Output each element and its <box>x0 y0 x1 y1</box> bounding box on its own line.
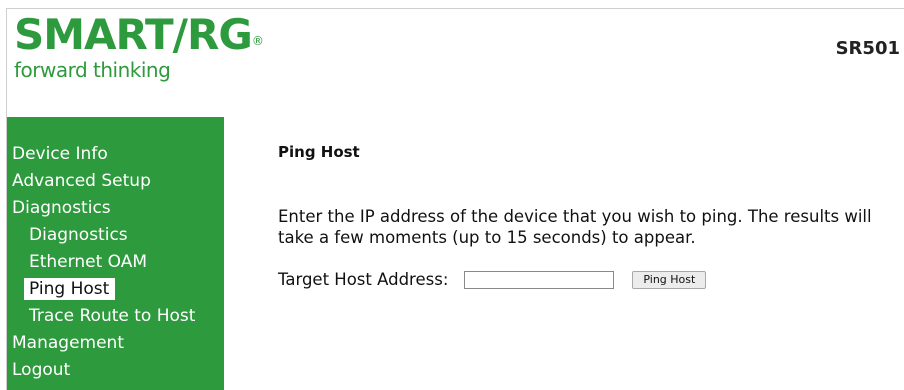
target-host-label: Target Host Address: <box>278 270 449 289</box>
sidebar-item-label: Management <box>12 333 124 353</box>
registered-mark-icon: ® <box>251 34 264 48</box>
logo-text: SMART/RG <box>14 10 253 59</box>
sidebar: Device Info Advanced Setup Diagnostics D… <box>7 117 224 390</box>
logo-wordmark: SMART/RG® <box>14 10 264 60</box>
sidebar-item-management[interactable]: Management <box>7 330 224 357</box>
sidebar-item-label: Trace Route to Host <box>29 306 196 326</box>
sidebar-subitem-ethernet-oam[interactable]: Ethernet OAM <box>7 249 224 276</box>
sidebar-nav: Device Info Advanced Setup Diagnostics D… <box>7 141 224 384</box>
sidebar-item-label: Logout <box>12 360 71 380</box>
page-title: Ping Host <box>278 143 360 161</box>
sidebar-item-label: Ethernet OAM <box>29 252 148 272</box>
sidebar-item-label: Diagnostics <box>12 198 111 218</box>
sidebar-item-label: Diagnostics <box>29 225 128 245</box>
logo-tagline: forward thinking <box>14 58 171 82</box>
ping-host-button[interactable]: Ping Host <box>632 270 707 289</box>
sidebar-item-label: Device Info <box>12 144 108 164</box>
model-name: SR501 <box>835 38 900 59</box>
sidebar-subitem-trace-route[interactable]: Trace Route to Host <box>7 303 224 330</box>
sidebar-item-label: Ping Host <box>24 278 116 300</box>
sidebar-subitem-diagnostics[interactable]: Diagnostics <box>7 222 224 249</box>
target-host-input[interactable] <box>464 270 615 289</box>
brand-logo: SMART/RG® forward thinking <box>14 10 264 82</box>
frame-top-border <box>6 8 904 9</box>
sidebar-item-diagnostics[interactable]: Diagnostics <box>7 195 224 222</box>
sidebar-subitem-ping-host[interactable]: Ping Host <box>7 276 224 303</box>
target-host-row: Target Host Address: Ping Host <box>278 270 707 289</box>
sidebar-item-logout[interactable]: Logout <box>7 357 224 384</box>
page-description: Enter the IP address of the device that … <box>278 207 872 247</box>
sidebar-item-label: Advanced Setup <box>12 171 151 191</box>
sidebar-item-advanced-setup[interactable]: Advanced Setup <box>7 168 224 195</box>
sidebar-item-device-info[interactable]: Device Info <box>7 141 224 168</box>
